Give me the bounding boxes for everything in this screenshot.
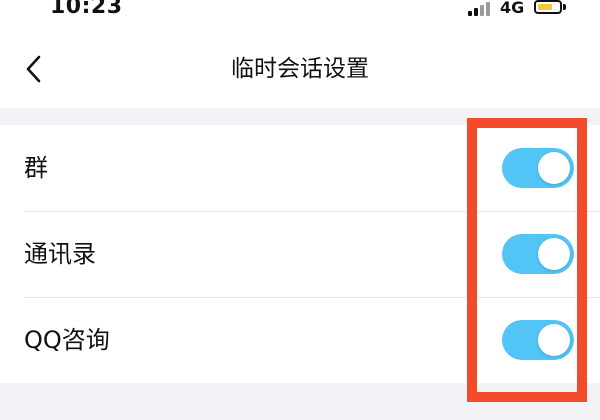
setting-label-qq-consult: QQ咨询 xyxy=(24,326,110,354)
signal-bars-icon xyxy=(468,2,492,16)
page-title: 临时会话设置 xyxy=(231,56,369,82)
toggle-knob xyxy=(538,152,570,184)
toggle-contacts[interactable] xyxy=(502,234,574,274)
setting-row-group: 群 xyxy=(0,125,600,211)
navigation-bar: 临时会话设置 xyxy=(0,30,600,108)
network-type: 4G xyxy=(500,0,525,17)
setting-row-qq-consult: QQ咨询 xyxy=(0,297,600,383)
setting-label-contacts: 通讯录 xyxy=(24,240,96,268)
toggle-group[interactable] xyxy=(502,148,574,188)
toggle-knob xyxy=(538,238,570,270)
status-time: 10:23 xyxy=(50,0,123,19)
chevron-left-icon xyxy=(26,55,41,83)
setting-row-contacts: 通讯录 xyxy=(0,211,600,297)
back-button[interactable] xyxy=(20,54,50,84)
status-bar: 10:23 4G xyxy=(0,0,600,30)
setting-label-group: 群 xyxy=(24,154,48,182)
settings-list: 群 通讯录 QQ咨询 xyxy=(0,125,600,383)
battery-cap xyxy=(563,4,566,10)
battery-icon xyxy=(534,0,562,14)
toggle-knob xyxy=(538,324,570,356)
toggle-qq-consult[interactable] xyxy=(502,320,574,360)
